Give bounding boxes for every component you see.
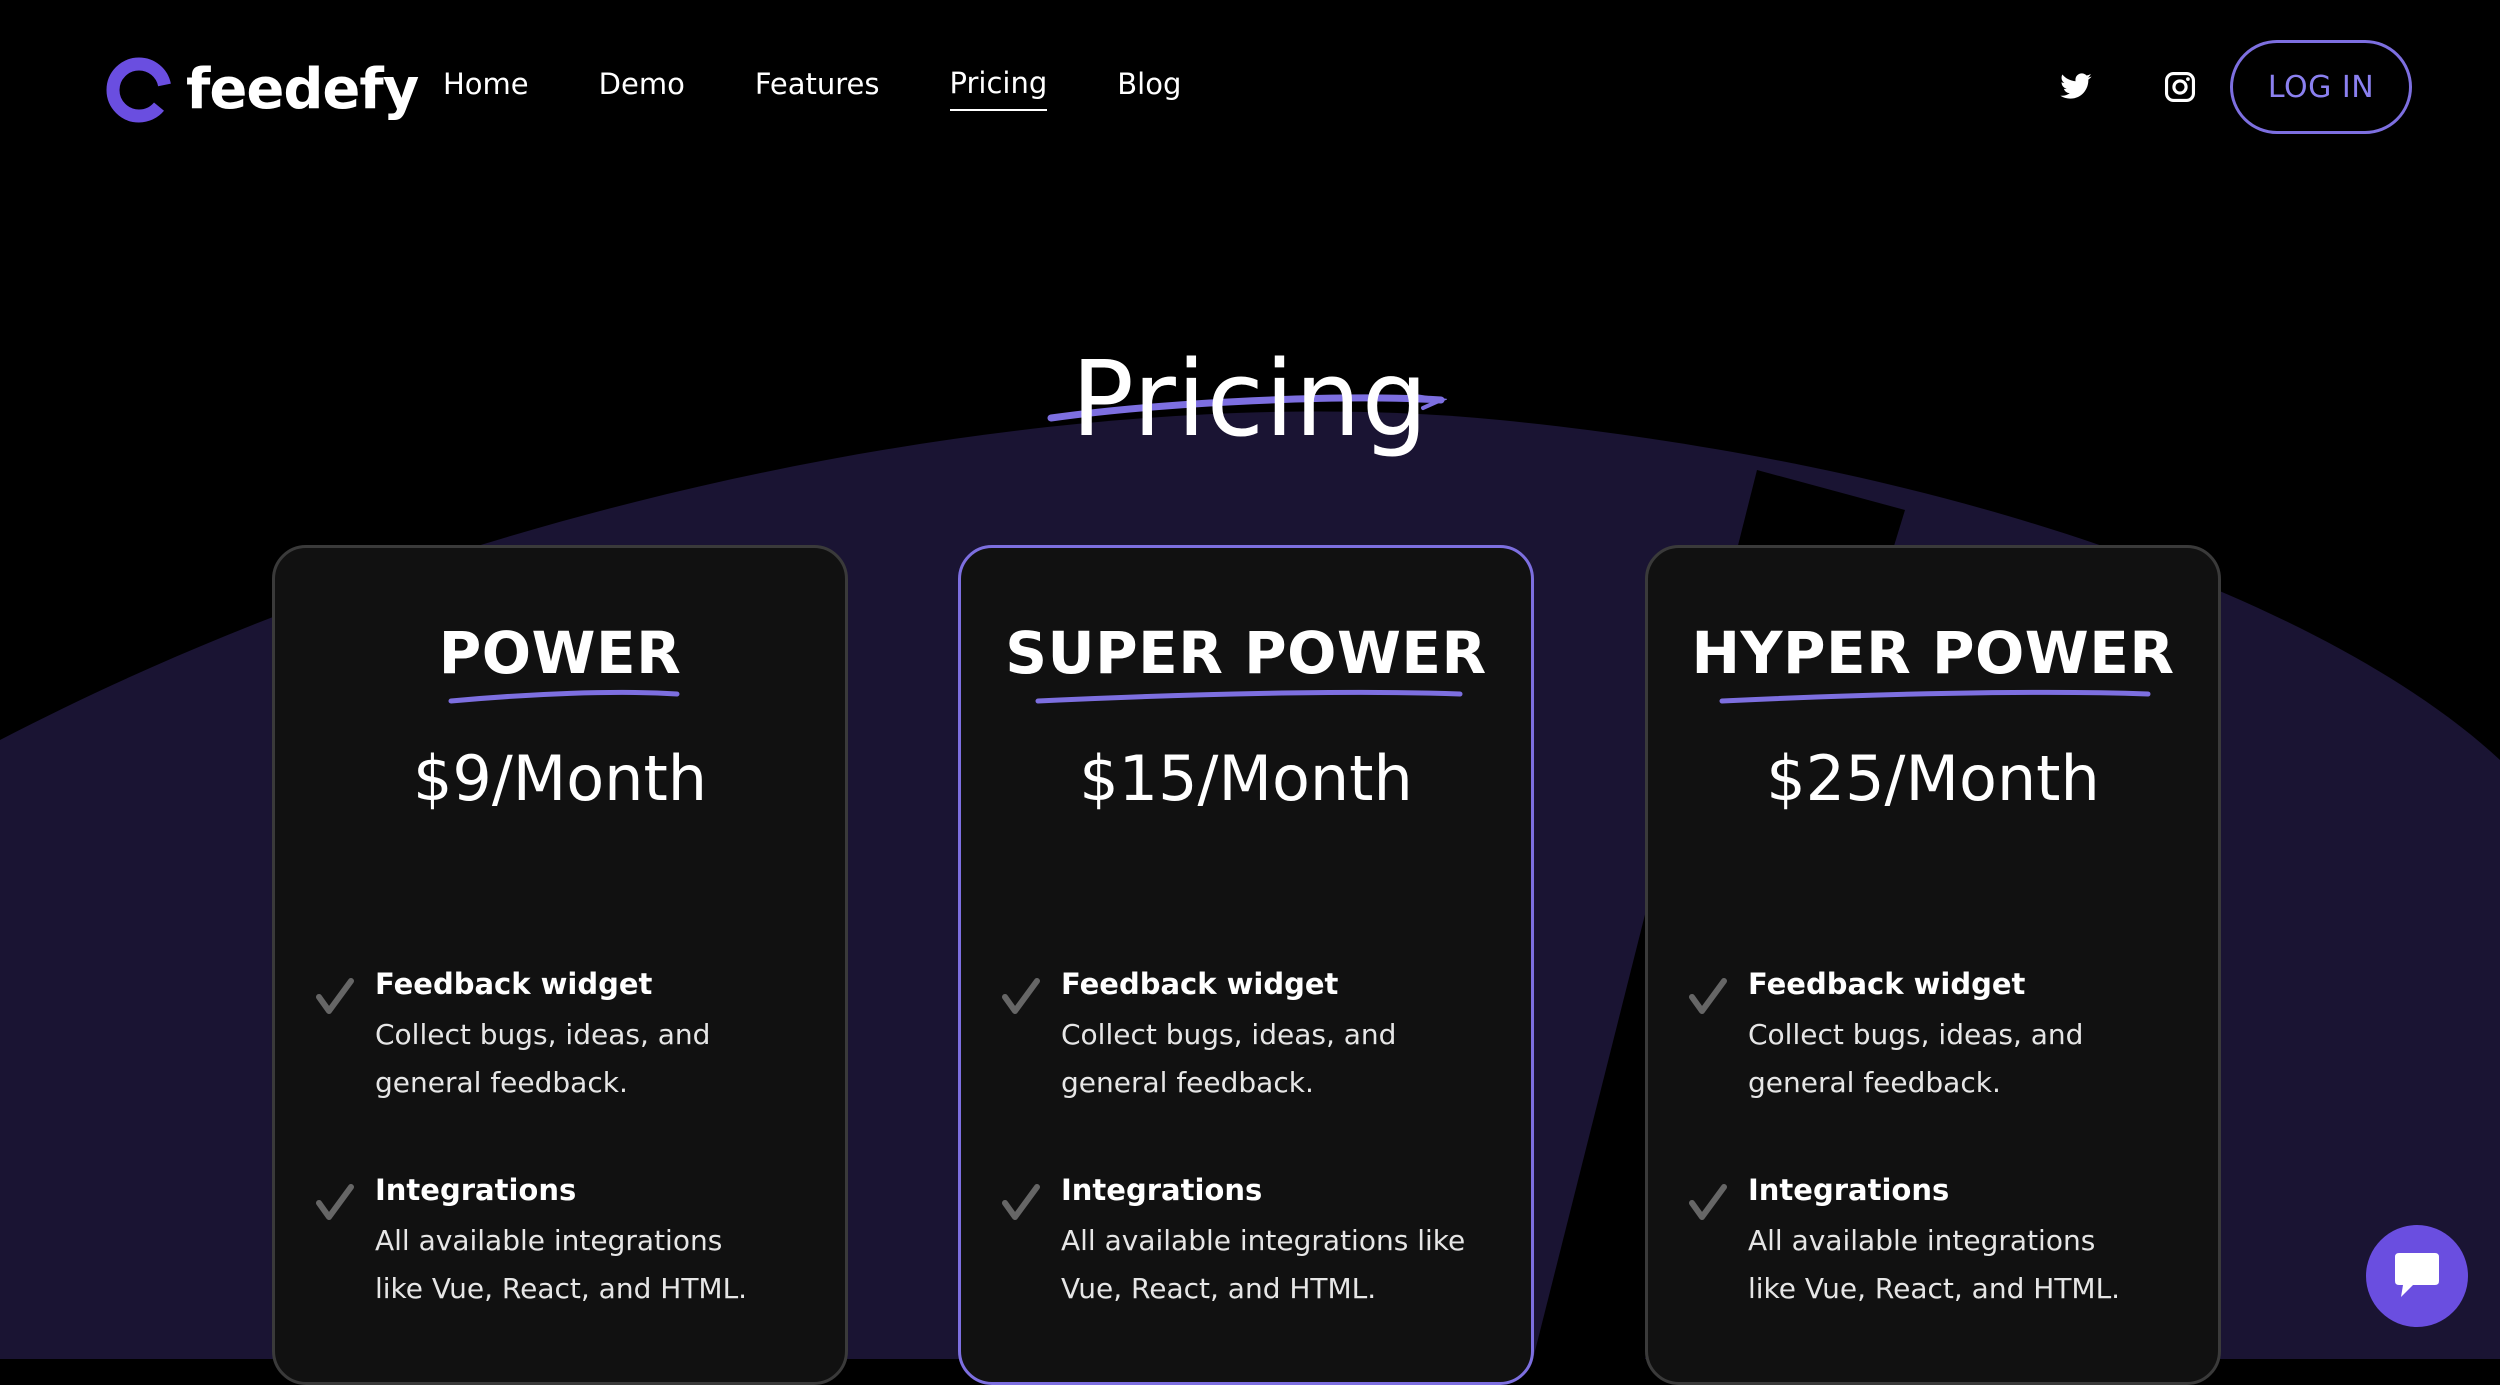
plan-price: $25/Month bbox=[1766, 742, 2100, 815]
nav-link-pricing[interactable]: Pricing bbox=[949, 66, 1048, 111]
chat-bubble-icon bbox=[2395, 1253, 2439, 1297]
check-icon bbox=[316, 978, 354, 1014]
chat-widget-button[interactable] bbox=[2366, 1225, 2468, 1327]
feature-title: Integrations bbox=[1748, 1173, 1950, 1207]
brand-name: feedefy bbox=[186, 57, 419, 122]
plan-price: $9/Month bbox=[412, 742, 708, 815]
check-icon bbox=[1002, 978, 1040, 1014]
feature-title: Feedback widget bbox=[375, 967, 653, 1001]
feature-description: Collect bugs, ideas, and general feedbac… bbox=[1748, 1018, 2084, 1099]
nav-link-features[interactable]: Features bbox=[755, 67, 880, 110]
check-icon bbox=[1689, 978, 1727, 1014]
feature-description: All available integrations like Vue, Rea… bbox=[1748, 1224, 2121, 1305]
check-icon bbox=[1689, 1184, 1727, 1220]
instagram-icon[interactable] bbox=[2163, 70, 2197, 104]
feature-title: Feedback widget bbox=[1748, 967, 2026, 1001]
plan-name: POWER bbox=[438, 619, 682, 687]
nav-link-blog[interactable]: Blog bbox=[1117, 67, 1181, 110]
feature-description: All available integrations like Vue, Rea… bbox=[375, 1224, 748, 1305]
nav-link-home[interactable]: Home bbox=[443, 67, 529, 110]
feature-title: Integrations bbox=[1061, 1173, 1263, 1207]
plan-underline-decoration bbox=[1035, 689, 1463, 704]
feature-description: Collect bugs, ideas, and general feedbac… bbox=[375, 1018, 711, 1099]
feature-description: Collect bugs, ideas, and general feedbac… bbox=[1061, 1018, 1397, 1099]
feature-description: All available integrations like Vue, Rea… bbox=[1061, 1224, 1466, 1305]
plan-underline-decoration bbox=[448, 689, 680, 704]
brand-logo[interactable]: feedefy bbox=[104, 50, 419, 130]
pricing-card-hyper-power: HYPER POWER $25/Month Feedback widget Co… bbox=[1645, 545, 2221, 1385]
main-nav: Home Demo Features Pricing Blog bbox=[443, 66, 1251, 111]
login-button[interactable]: LOG IN bbox=[2230, 40, 2412, 134]
logo-mark-icon bbox=[106, 57, 172, 123]
feature-title: Integrations bbox=[375, 1173, 577, 1207]
check-icon bbox=[316, 1184, 354, 1220]
check-icon bbox=[1002, 1184, 1040, 1220]
feature-title: Feedback widget bbox=[1061, 967, 1339, 1001]
plan-price: $15/Month bbox=[1079, 742, 1413, 815]
page-title: Pricing bbox=[1071, 337, 1429, 460]
twitter-icon[interactable] bbox=[2059, 70, 2093, 104]
plan-underline-decoration bbox=[1719, 689, 2151, 704]
pricing-card-power: POWER $9/Month Feedback widget Collect b… bbox=[272, 545, 848, 1385]
pricing-card-super-power: SUPER POWER $15/Month Feedback widget Co… bbox=[958, 545, 1534, 1385]
plan-name: SUPER POWER bbox=[1005, 619, 1487, 687]
site-header: feedefy Home Demo Features Pricing Blog … bbox=[0, 0, 2500, 180]
nav-link-demo[interactable]: Demo bbox=[599, 67, 685, 110]
plan-name: HYPER POWER bbox=[1691, 619, 2175, 687]
